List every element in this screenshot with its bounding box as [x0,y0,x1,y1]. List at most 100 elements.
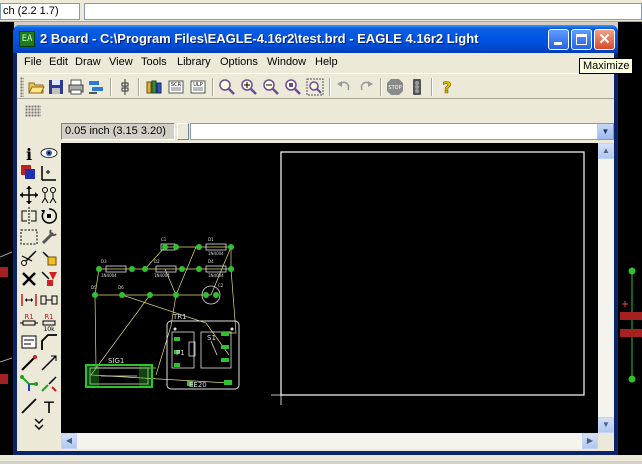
chevron-right-icon: ▶ [586,436,594,445]
label-p1: P1 [176,349,185,357]
delete-icon[interactable] [19,269,39,289]
split-icon[interactable] [19,353,39,373]
go-icon[interactable] [408,78,426,96]
print-icon[interactable] [67,78,85,96]
menu-help[interactable]: Help [315,56,338,68]
background-coordinate-readout: ch (2.2 1.7) [0,3,80,20]
change-icon[interactable] [39,227,59,247]
coordinate-bar: 0.05 inch (3.15 3.20) ▼ [17,121,614,142]
minimize-button[interactable] [548,29,569,50]
maximize-tooltip: Maximize [579,58,634,74]
window-client-area: File Edit Draw View Tools Library Option… [17,53,614,451]
zoom-select-icon[interactable] [306,78,324,96]
cut-icon[interactable] [19,248,39,268]
vertical-scrollbar[interactable]: ▲ ▼ [598,143,614,433]
svg-text:T: T [43,398,54,416]
zoom-out-icon[interactable] [262,78,280,96]
zoom-fit-icon[interactable] [218,78,236,96]
info-icon[interactable]: i [19,143,39,164]
copy-icon[interactable] [39,185,59,205]
command-history-dropdown[interactable]: ▼ [597,124,613,139]
toolbar-separator [431,78,433,96]
title-bar[interactable]: EA 2 Board - C:\Program Files\EAGLE-4.16… [13,25,618,53]
cam-icon[interactable] [87,78,105,96]
text-icon[interactable]: T [39,396,59,417]
minimize-icon [554,42,562,45]
show-icon[interactable] [39,143,59,163]
wire-icon[interactable] [19,396,39,416]
menu-edit[interactable]: Edit [49,56,68,68]
toolbar-grip[interactable] [25,105,41,117]
menu-options[interactable]: Options [220,56,258,68]
ulp-icon[interactable]: ULP [189,78,207,96]
mark-icon[interactable] [39,163,59,183]
zoom-in-icon[interactable] [240,78,258,96]
pinswap-icon[interactable] [19,290,39,310]
board-drawing: C1 D1 1N4004 D3 1N4004 D2 1N4004 D4 1N40… [85,151,585,405]
background-command-field[interactable] [84,3,642,20]
ripup-icon[interactable] [39,374,59,394]
zoom-redraw-icon[interactable] [284,78,302,96]
maximize-button[interactable] [571,29,592,50]
toolbar-separator [110,78,112,96]
menu-tools[interactable]: Tools [141,56,167,68]
more-icon[interactable] [29,415,49,435]
scroll-left-arrow[interactable]: ◀ [61,433,77,449]
part-tr1: TR1 P1 S1 EE20 [166,313,240,390]
label-d3-value: 1N4004 [101,273,117,278]
chevron-left-icon: ◀ [65,436,73,445]
save-icon[interactable] [47,78,65,96]
ulp-label: ULP [193,82,202,88]
schematic-icon[interactable] [116,78,134,96]
label-d2: D2 [154,259,160,264]
scroll-down-arrow[interactable]: ▼ [598,417,614,433]
group-icon[interactable] [19,227,39,247]
command-line-input[interactable] [190,123,614,140]
smash-icon[interactable] [19,332,39,352]
add-icon[interactable] [39,269,59,289]
open-icon[interactable] [27,78,45,96]
toolbar-separator [212,78,214,96]
horizontal-scrollbar[interactable]: ◀ ▶ [61,433,598,449]
replace-icon[interactable] [39,290,59,310]
mirror-icon[interactable] [19,206,39,226]
chevron-down-icon: ▼ [602,420,610,429]
menu-draw[interactable]: Draw [75,56,101,68]
value-icon[interactable]: R1 10k [39,311,59,333]
stop-icon[interactable]: STOP [386,78,404,96]
miter-icon[interactable] [39,332,59,352]
menu-window[interactable]: Window [267,56,306,68]
label-c1: C1 [161,237,167,242]
scroll-up-arrow[interactable]: ▲ [598,143,614,159]
label-c2: C2 [218,283,224,288]
script-icon[interactable]: SCR [167,78,185,96]
board-canvas[interactable]: C1 D1 1N4004 D3 1N4004 D2 1N4004 D4 1N40… [61,143,598,433]
move-icon[interactable] [19,185,39,205]
toolbar-grip[interactable] [20,77,24,97]
scroll-right-arrow[interactable]: ▶ [582,433,598,449]
display-icon[interactable] [19,163,39,183]
label-d1: D1 [208,237,214,242]
name-icon[interactable]: R1 [19,311,39,331]
optimize-icon[interactable] [39,353,59,373]
undo-icon[interactable] [335,78,353,96]
rotate-icon[interactable] [39,206,59,226]
close-icon: ✕ [598,31,611,48]
library-icon[interactable] [145,78,163,96]
scrollbar-corner [598,433,614,449]
help-icon[interactable]: ? [438,78,456,98]
paste-icon[interactable] [39,248,59,268]
menu-view[interactable]: View [109,56,133,68]
menu-file[interactable]: File [24,56,42,68]
name-tool-label: R1 [24,313,33,321]
redo-icon[interactable] [357,78,375,96]
label-d4-value: 1N4004 [208,273,224,278]
route-icon[interactable] [19,374,39,394]
eagle-app-icon[interactable]: EA [19,31,35,47]
param-toolbar-toggle[interactable] [177,123,189,140]
label-d4: D4 [208,259,214,264]
close-button[interactable]: ✕ [594,29,615,50]
menu-library[interactable]: Library [177,56,211,68]
label-d2-value: 1N4004 [154,273,170,278]
stop-label: STOP [388,85,401,91]
